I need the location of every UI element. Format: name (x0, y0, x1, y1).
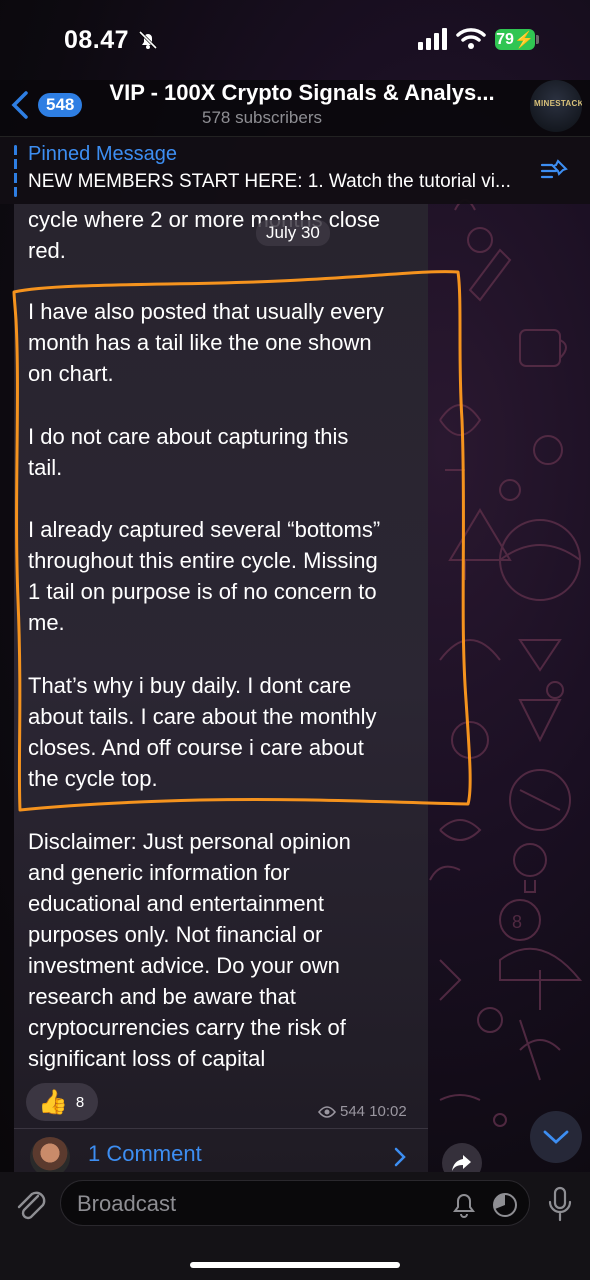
timer-icon[interactable] (491, 1191, 519, 1219)
paperclip-icon[interactable] (14, 1186, 46, 1222)
broadcast-input[interactable]: Broadcast (60, 1180, 530, 1226)
share-icon (452, 1155, 471, 1171)
highlight-annotation (12, 270, 472, 812)
broadcast-placeholder: Broadcast (77, 1191, 177, 1216)
mic-icon[interactable] (546, 1186, 574, 1222)
scroll-down-button[interactable] (530, 1111, 582, 1163)
bell-icon[interactable] (451, 1191, 477, 1219)
home-indicator[interactable] (190, 1262, 400, 1268)
chevron-down-icon (543, 1130, 569, 1144)
